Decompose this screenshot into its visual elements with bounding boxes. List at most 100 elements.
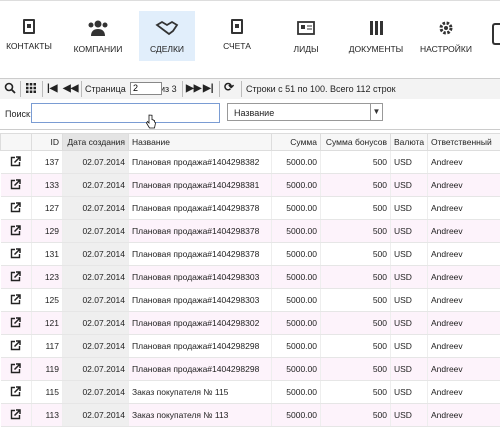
cell-date: 02.07.2014	[63, 404, 129, 427]
col-sum[interactable]: Сумма	[272, 134, 321, 151]
gear-icon	[435, 19, 457, 37]
open-external-icon[interactable]	[10, 294, 21, 305]
edit-cell	[1, 151, 32, 174]
table-row[interactable]: 11302.07.2014Заказ покупателя № 1135000.…	[1, 404, 500, 427]
cell-sum: 5000.00	[272, 174, 321, 197]
edit-cell	[1, 312, 32, 335]
open-external-icon[interactable]	[10, 317, 21, 328]
nav-contacts[interactable]: КОНТАКТЫ	[0, 11, 58, 61]
table-row[interactable]: 12702.07.2014Плановая продажа#1404298378…	[1, 197, 500, 220]
cell-sum: 5000.00	[272, 312, 321, 335]
table-row[interactable]: 13102.07.2014Плановая продажа#1404298378…	[1, 243, 500, 266]
col-edit	[1, 134, 32, 151]
search-label: Поиск:	[5, 109, 32, 119]
cell-id: 133	[32, 174, 63, 197]
open-external-icon[interactable]	[10, 271, 21, 282]
cell-sum: 5000.00	[272, 151, 321, 174]
cell-id: 117	[32, 335, 63, 358]
col-bonus[interactable]: Сумма бонусов	[321, 134, 391, 151]
cell-name: Плановая продажа#1404298378	[129, 243, 272, 266]
cell-name: Плановая продажа#1404298298	[129, 335, 272, 358]
nav-documents[interactable]: ДОКУМЕНТЫ	[346, 11, 406, 61]
cell-date: 02.07.2014	[63, 335, 129, 358]
open-external-icon[interactable]	[10, 363, 21, 374]
open-external-icon[interactable]	[10, 202, 21, 213]
cell-bonus: 500	[321, 220, 391, 243]
cell-responsible: Andreev	[428, 289, 500, 312]
nav-companies[interactable]: КОМПАНИИ	[69, 11, 127, 61]
open-external-icon[interactable]	[10, 179, 21, 190]
top-navigation: КОНТАКТЫ КОМПАНИИ СДЕЛКИ СЧЕТА ЛИДЫ ДОКУ…	[0, 0, 500, 69]
open-external-icon[interactable]	[10, 409, 21, 420]
edit-cell	[1, 243, 32, 266]
table-row[interactable]: 11902.07.2014Плановая продажа#1404298298…	[1, 358, 500, 381]
edit-cell	[1, 358, 32, 381]
edit-cell	[1, 381, 32, 404]
cell-bonus: 500	[321, 381, 391, 404]
open-external-icon[interactable]	[10, 156, 21, 167]
edit-cell	[1, 404, 32, 427]
table-header: ID Дата создания Название Сумма Сумма бо…	[1, 134, 500, 151]
search-field-select[interactable]: Название ▼	[227, 103, 383, 121]
nav-leads[interactable]: ЛИДЫ	[277, 11, 335, 61]
cell-responsible: Andreev	[428, 358, 500, 381]
grid-icon[interactable]	[25, 82, 37, 94]
open-external-icon[interactable]	[10, 386, 21, 397]
cell-name: Плановая продажа#1404298302	[129, 312, 272, 335]
nav-label: СДЕЛКИ	[139, 44, 195, 54]
cell-responsible: Andreev	[428, 243, 500, 266]
last-page-icon[interactable]: ▶|	[203, 82, 214, 96]
chevron-down-icon: ▼	[370, 104, 382, 120]
cell-sum: 5000.00	[272, 266, 321, 289]
cell-sum: 5000.00	[272, 289, 321, 312]
col-name[interactable]: Название	[129, 134, 272, 151]
table-row[interactable]: 11702.07.2014Плановая продажа#1404298298…	[1, 335, 500, 358]
cell-date: 02.07.2014	[63, 381, 129, 404]
table-row[interactable]: 12902.07.2014Плановая продажа#1404298378…	[1, 220, 500, 243]
cell-currency: USD	[391, 404, 428, 427]
table-row[interactable]: 12502.07.2014Плановая продажа#1404298303…	[1, 289, 500, 312]
col-currency[interactable]: Валюта	[391, 134, 428, 151]
nav-settings[interactable]: НАСТРОЙКИ	[417, 11, 475, 61]
cell-currency: USD	[391, 243, 428, 266]
cell-responsible: Andreev	[428, 381, 500, 404]
nav-invoices[interactable]: СЧЕТА	[208, 11, 266, 61]
open-external-icon[interactable]	[10, 248, 21, 259]
edit-cell	[1, 335, 32, 358]
refresh-icon[interactable]: ⟳	[224, 80, 234, 94]
cell-bonus: 500	[321, 266, 391, 289]
search-input[interactable]	[31, 103, 220, 123]
handshake-icon	[155, 19, 179, 37]
cell-name: Плановая продажа#1404298381	[129, 174, 272, 197]
nav-label: НАСТРОЙКИ	[417, 44, 475, 54]
col-responsible[interactable]: Ответственный	[428, 134, 500, 151]
cell-id: 119	[32, 358, 63, 381]
cell-date: 02.07.2014	[63, 358, 129, 381]
col-id[interactable]: ID	[32, 134, 63, 151]
search-icon[interactable]	[4, 82, 16, 94]
cell-bonus: 500	[321, 174, 391, 197]
next-page-icon[interactable]: ▶▶	[186, 82, 201, 96]
col-date[interactable]: Дата создания	[63, 134, 129, 151]
first-page-icon[interactable]: |◀	[47, 82, 58, 96]
table-row[interactable]: 12102.07.2014Плановая продажа#1404298302…	[1, 312, 500, 335]
table-row[interactable]: 12302.07.2014Плановая продажа#1404298303…	[1, 266, 500, 289]
page-number-input[interactable]	[130, 82, 162, 95]
open-external-icon[interactable]	[10, 340, 21, 351]
cell-currency: USD	[391, 335, 428, 358]
open-external-icon[interactable]	[10, 225, 21, 236]
logout-icon[interactable]	[492, 23, 500, 45]
prev-page-icon[interactable]: ◀◀	[63, 82, 78, 96]
cell-currency: USD	[391, 381, 428, 404]
table-row[interactable]: 11502.07.2014Заказ покупателя № 1155000.…	[1, 381, 500, 404]
table-row[interactable]: 13302.07.2014Плановая продажа#1404298381…	[1, 174, 500, 197]
nav-deals[interactable]: СДЕЛКИ	[139, 11, 195, 61]
page-count: из 3	[160, 82, 177, 96]
table-row[interactable]: 13702.07.2014Плановая продажа#1404298382…	[1, 151, 500, 174]
invoice-icon	[231, 19, 243, 34]
cell-id: 121	[32, 312, 63, 335]
rows-status: Строки с 51 по 100. Всего 112 строк	[246, 82, 396, 96]
nav-label: ДОКУМЕНТЫ	[346, 44, 406, 54]
pager-toolbar: |◀ ◀◀ Страница из 3 ▶▶ ▶| ⟳ Строки с 51 …	[0, 78, 500, 100]
cell-date: 02.07.2014	[63, 289, 129, 312]
